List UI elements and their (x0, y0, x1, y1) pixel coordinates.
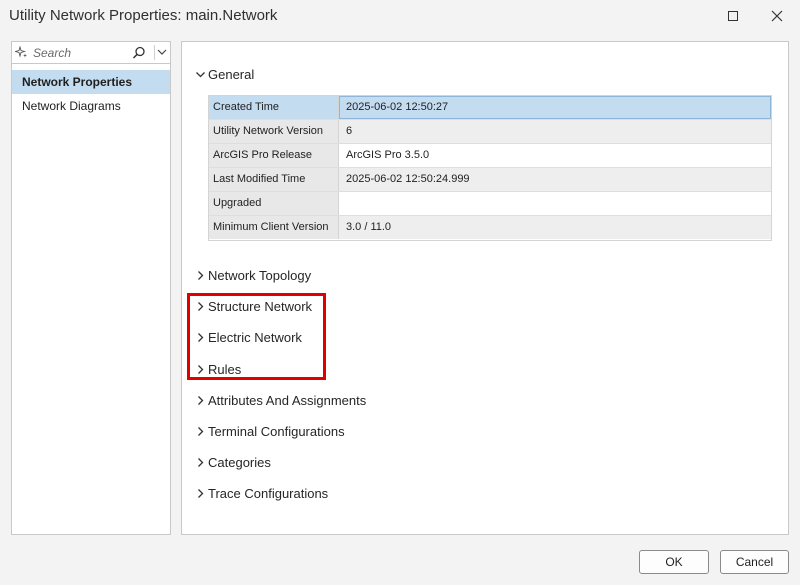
chevron-down-icon (196, 71, 205, 77)
table-row[interactable]: Minimum Client Version 3.0 / 11.0 (209, 216, 771, 240)
property-name: ArcGIS Pro Release (209, 144, 339, 167)
navigation-pane: Search Network Properties Network Diagra… (11, 41, 171, 535)
property-value[interactable]: ArcGIS Pro 3.5.0 (339, 144, 771, 167)
nav-item-network-diagrams[interactable]: Network Diagrams (12, 94, 170, 118)
close-button[interactable] (760, 4, 794, 28)
chevron-right-icon (198, 457, 204, 467)
property-value[interactable] (339, 192, 771, 215)
property-value[interactable]: 2025-06-02 12:50:24.999 (339, 168, 771, 191)
search-input[interactable]: Search (33, 46, 71, 60)
chevron-right-icon (198, 395, 204, 405)
chevron-down-icon[interactable] (157, 48, 167, 56)
close-icon (771, 10, 783, 22)
section-label: Terminal Configurations (208, 423, 345, 439)
properties-pane: General Created Time 2025-06-02 12:50:27… (181, 41, 789, 535)
search-separator (154, 45, 155, 60)
property-name: Upgraded (209, 192, 339, 215)
section-label: Electric Network (208, 329, 302, 345)
maximize-button[interactable] (716, 4, 750, 28)
section-rules[interactable]: Rules (194, 358, 241, 380)
section-label: Network Topology (208, 267, 312, 283)
cancel-button[interactable]: Cancel (720, 550, 789, 574)
section-structure-network[interactable]: Structure Network (194, 295, 312, 317)
chevron-right-icon (198, 364, 204, 374)
chevron-right-icon (198, 426, 204, 436)
property-value[interactable]: 2025-06-02 12:50:27 (339, 96, 771, 119)
section-trace-configurations[interactable]: Trace Configurations (194, 482, 328, 504)
property-name: Last Modified Time (209, 168, 339, 191)
table-row[interactable]: Last Modified Time 2025-06-02 12:50:24.9… (209, 168, 771, 192)
chevron-right-icon (198, 301, 204, 311)
chevron-right-icon (198, 270, 204, 280)
section-attributes-and-assignments[interactable]: Attributes And Assignments (194, 389, 366, 411)
section-label: Categories (208, 454, 271, 470)
section-label: Rules (208, 361, 242, 377)
table-row[interactable]: Upgraded (209, 192, 771, 216)
title-bar: Utility Network Properties: main.Network (0, 0, 800, 34)
table-row[interactable]: ArcGIS Pro Release ArcGIS Pro 3.5.0 (209, 144, 771, 168)
chevron-right-icon (198, 488, 204, 498)
section-label: Structure Network (208, 298, 313, 314)
section-label: General (208, 66, 255, 82)
chevron-right-icon (198, 332, 204, 342)
section-categories[interactable]: Categories (194, 451, 271, 473)
table-row[interactable]: Utility Network Version 6 (209, 120, 771, 144)
search-icon[interactable] (132, 46, 146, 60)
general-properties-grid: Created Time 2025-06-02 12:50:27 Utility… (208, 95, 772, 241)
sparkle-icon (15, 46, 27, 58)
section-label: Attributes And Assignments (208, 392, 367, 408)
ok-button[interactable]: OK (639, 550, 709, 574)
window-title: Utility Network Properties: main.Network (9, 7, 278, 24)
section-general[interactable]: General (194, 63, 254, 85)
section-terminal-configurations[interactable]: Terminal Configurations (194, 420, 345, 442)
search-box[interactable]: Search (12, 42, 170, 64)
property-value[interactable]: 6 (339, 120, 771, 143)
section-network-topology[interactable]: Network Topology (194, 264, 311, 286)
property-value[interactable]: 3.0 / 11.0 (339, 216, 771, 239)
section-electric-network[interactable]: Electric Network (194, 326, 302, 348)
property-name: Created Time (209, 96, 339, 119)
maximize-icon (728, 11, 738, 21)
property-name: Minimum Client Version (209, 216, 339, 239)
table-row[interactable]: Created Time 2025-06-02 12:50:27 (209, 96, 771, 120)
section-label: Trace Configurations (208, 485, 329, 501)
property-name: Utility Network Version (209, 120, 339, 143)
nav-item-network-properties[interactable]: Network Properties (12, 70, 170, 94)
